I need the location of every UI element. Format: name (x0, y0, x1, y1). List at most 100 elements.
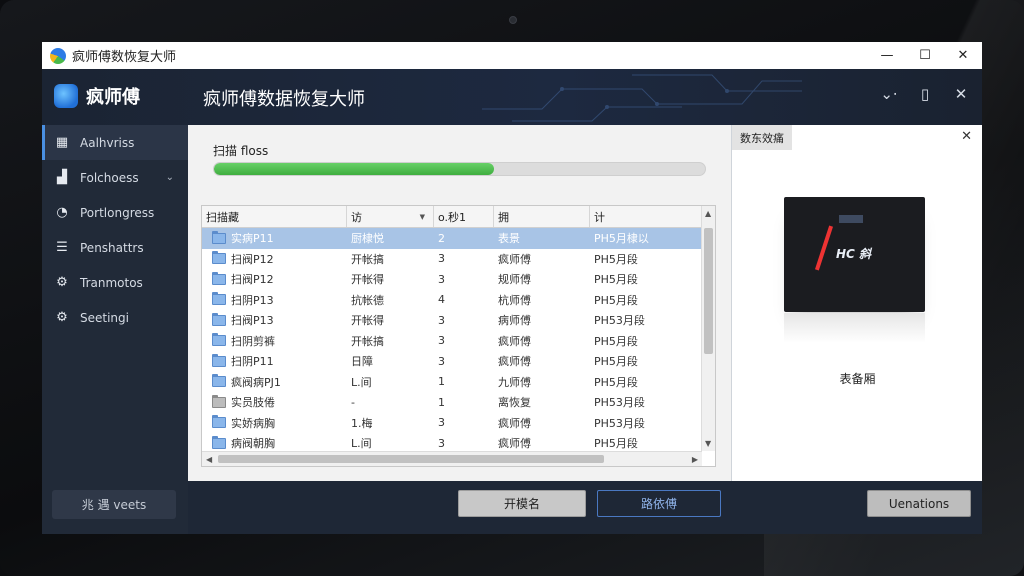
table-row[interactable]: 实员肢倦 - 1 离恢复 PH53月段 (202, 392, 715, 413)
cell-text: 规师傅 (498, 273, 531, 287)
minimize-button[interactable]: — (868, 42, 906, 69)
cell-text: 杭师傅 (498, 293, 531, 307)
owner-cell: 病师傅 (494, 310, 590, 331)
os-titlebar: 疯师傅数恢复大师 — ☐ ✕ (42, 42, 982, 69)
file-name-cell: 扫阴剪裤 (202, 331, 347, 352)
recover-button[interactable]: 路依傅 (597, 490, 721, 517)
sidebar-item-activities[interactable]: ▦ Aalhvriss (42, 125, 188, 160)
scroll-up-icon[interactable]: ▲ (705, 209, 711, 218)
file-name-cell: 扫阀P12 (202, 269, 347, 290)
table-row[interactable]: 扫阀P12 开帐得 3 规师傅 PH5月段 (202, 269, 715, 290)
close-button[interactable]: ✕ (944, 42, 982, 69)
sidebar-item-settings[interactable]: ⚙ Seetingi (42, 300, 188, 335)
table-row[interactable]: 实娇病胸 1.梅 3 疯师傅 PH53月段 (202, 413, 715, 434)
operations-button[interactable]: Uenations (867, 490, 971, 517)
owner-cell: 疯师傅 (494, 413, 590, 434)
app-icon (50, 47, 66, 64)
type-cell: 1.梅 (347, 413, 434, 434)
scroll-thumb[interactable] (218, 455, 604, 463)
cell-text: 3 (438, 272, 445, 286)
sidebar-item-folders[interactable]: ▟ Folchoess ⌄ (42, 160, 188, 195)
owner-cell: 九师傅 (494, 372, 590, 393)
owner-cell: 疯师傅 (494, 249, 590, 270)
vertical-scrollbar[interactable]: ▲ ▼ (701, 206, 715, 451)
table-row[interactable]: 扫阴P13 抗帐德 4 杭师傅 PH5月段 (202, 290, 715, 311)
sidebar-item-label: Folchoess (80, 170, 139, 185)
type-cell: - (347, 392, 434, 413)
cell-text: 疯师傅 (498, 334, 531, 348)
column-header-name[interactable]: 扫描藏 (202, 206, 347, 227)
date-cell: PH5月段 (590, 269, 703, 290)
date-cell: PH5月段 (590, 372, 703, 393)
column-label: 扫描藏 (206, 210, 239, 224)
dropdown-menu-icon[interactable]: ⌄⋅ (878, 83, 900, 105)
chevron-down-icon[interactable]: ⌄ (166, 172, 174, 183)
column-header-type[interactable]: 访 ▼ (347, 206, 434, 227)
file-name-cell: 实员肢倦 (202, 392, 347, 413)
table-row[interactable]: 扫阴剪裤 开帐搞 3 疯师傅 PH5月段 (202, 331, 715, 352)
preview-header: 数东效痛 ✕ (732, 125, 982, 150)
sidebar-item-parameters[interactable]: ☰ Penshattrs (42, 230, 188, 265)
cell-text: 疯师傅 (498, 355, 531, 369)
date-cell: PH5月段 (590, 290, 703, 311)
size-cell: 3 (434, 269, 494, 290)
folder-icon (212, 415, 226, 429)
cell-text: 2 (438, 231, 445, 245)
size-cell: 1 (434, 372, 494, 393)
cell-text: 疯师傅 (498, 437, 531, 451)
preview-tab[interactable]: 数东效痛 (732, 125, 792, 150)
restore-icon[interactable]: ▯ (914, 83, 936, 105)
column-header-owner[interactable]: 拥 (494, 206, 590, 227)
cell-text: 3 (438, 334, 445, 348)
scroll-right-icon[interactable]: ▶ (692, 455, 698, 464)
horizontal-scrollbar[interactable]: ◀ ▶ (202, 451, 702, 466)
table-row[interactable]: 扫阀P12 开帐搞 3 疯师傅 PH5月段 (202, 249, 715, 270)
column-header-size[interactable]: o.秒1 (434, 206, 494, 227)
folder-icon (212, 230, 226, 244)
cell-text: 疯师傅 (498, 416, 531, 430)
folder-icon (212, 292, 226, 306)
date-cell: PH5月段 (590, 351, 703, 372)
brand-name: 疯师傅 (86, 87, 140, 108)
sidebar-footer-button[interactable]: 兆 遇 veets (52, 490, 176, 519)
table-row[interactable]: 疯阀病PJ1 L.间 1 九师傅 PH5月段 (202, 372, 715, 393)
folder-icon (212, 251, 226, 265)
column-header-date[interactable]: 计 (590, 206, 703, 227)
cell-text: 扫阀P13 (231, 314, 274, 328)
date-cell: PH53月段 (590, 310, 703, 331)
owner-cell: 疯师傅 (494, 351, 590, 372)
table-row[interactable]: 扫阀P13 开帐得 3 病师傅 PH53月段 (202, 310, 715, 331)
cell-text: 病师傅 (498, 314, 531, 328)
cell-text: PH53月段 (594, 396, 645, 410)
cell-text: PH5月段 (594, 355, 638, 369)
cell-text: PH53月段 (594, 416, 645, 430)
scroll-down-icon[interactable]: ▼ (705, 439, 711, 448)
file-name-cell: 扫阴P13 (202, 290, 347, 311)
cell-text: 开帐搞 (351, 252, 384, 266)
scroll-thumb[interactable] (704, 228, 713, 354)
cell-text: 开帐得 (351, 314, 384, 328)
close-icon[interactable]: ✕ (950, 83, 972, 105)
cell-text: 3 (438, 313, 445, 327)
cell-text: 抗帐德 (351, 293, 384, 307)
scroll-left-icon[interactable]: ◀ (206, 455, 212, 464)
cell-text: PH5月段 (594, 437, 638, 451)
preview-image: HC 斜 (784, 197, 925, 312)
app-header: 疯师傅 疯师傅数据恢复大师 ⌄⋅ ▯ ✕ (42, 69, 982, 125)
sidebar-item-transmotos[interactable]: ⚙ Tranmotos (42, 265, 188, 300)
table-row[interactable]: 实病P11 厨棣悦 2 表景 PH5月棣以 (202, 228, 715, 249)
type-cell: 日障 (347, 351, 434, 372)
date-cell: PH53月段 (590, 413, 703, 434)
sidebar-item-progress[interactable]: ◔ Portlongress (42, 195, 188, 230)
close-icon[interactable]: ✕ (961, 129, 972, 144)
cell-text: 扫阀P12 (231, 252, 274, 266)
app-title: 疯师傅数据恢复大师 (203, 89, 365, 110)
cell-text: - (351, 395, 355, 409)
maximize-button[interactable]: ☐ (906, 42, 944, 69)
brand-logo-icon (54, 84, 78, 108)
column-label: 拥 (498, 210, 509, 224)
table-row[interactable]: 扫阴P11 日障 3 疯师傅 PH5月段 (202, 351, 715, 372)
open-button[interactable]: 开模名 (458, 490, 586, 517)
file-name-cell: 扫阀P13 (202, 310, 347, 331)
file-name-cell: 扫阴P11 (202, 351, 347, 372)
